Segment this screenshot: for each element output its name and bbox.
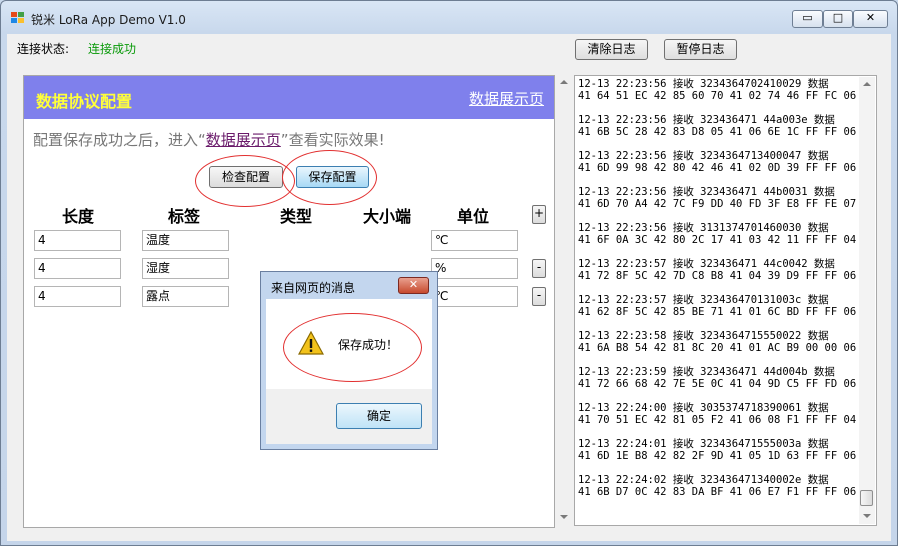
message-dialog: 来自网页的消息 ✕ 保存成功！ 确定 — [260, 271, 438, 450]
clear-log-button[interactable]: 清除日志 — [575, 39, 648, 60]
log-entry-bytes: 41 6F 0A 3C 42 80 2C 17 41 03 42 11 FF F… — [578, 234, 857, 246]
log-entry-bytes: 41 72 8F 5C 42 7D C8 B8 41 04 39 D9 FF F… — [578, 270, 857, 282]
log-entry-bytes: 41 70 51 EC 42 81 05 F2 41 06 08 F1 FF F… — [578, 414, 857, 426]
log-entry: 12-13 22:24:02 接收 323436471340002e 数据 41 … — [578, 474, 858, 510]
page-banner: 数据协议配置 数据展示页 — [24, 76, 554, 119]
log-entry: 12-13 22:23:56 接收 3131374701460030 数据 41 … — [578, 222, 858, 258]
length-input[interactable]: 4 — [34, 286, 121, 307]
tag-input[interactable]: 湿度 — [142, 258, 229, 279]
client-area: 连接状态: 连接成功 清除日志 暂停日志 数据协议配置 数据展示页 配置保存成功… — [7, 34, 891, 541]
log-entry-bytes: 41 64 51 EC 42 85 60 70 41 02 74 46 FF F… — [578, 90, 857, 102]
scroll-up-arrow-icon[interactable] — [560, 80, 568, 84]
log-scroll-down-icon[interactable] — [863, 514, 871, 518]
log-entry-header: 12-13 22:23:56 接收 3131374701460030 数据 — [578, 222, 829, 234]
title-bar: 锐米 LoRa App Demo V1.0 ▭ □ ✕ — [1, 1, 897, 35]
hint-suffix: ”查看实际效果! — [280, 131, 385, 149]
log-entry: 12-13 22:23:56 接收 323436471 44a003e 数据 41… — [578, 114, 858, 150]
log-entry-bytes: 41 6D 99 98 42 80 42 46 41 02 0D 39 FF F… — [578, 162, 857, 174]
hint-data-display-link[interactable]: 数据展示页 — [206, 131, 281, 149]
remove-row-button[interactable]: - — [532, 259, 546, 278]
log-entry: 12-13 22:24:00 接收 3035374718390061 数据 41 … — [578, 402, 858, 438]
minimize-button[interactable]: ▭ — [792, 10, 823, 28]
log-entry-header: 12-13 22:24:00 接收 3035374718390061 数据 — [578, 402, 829, 414]
log-text: 12-13 22:23:56 接收 3234364702410029 数据 41 … — [578, 78, 858, 523]
log-entry-header: 12-13 22:23:57 接收 323436470131003c 数据 — [578, 294, 829, 306]
length-input[interactable]: 4 — [34, 230, 121, 251]
maximize-button[interactable]: □ — [823, 10, 853, 28]
scroll-down-arrow-icon[interactable] — [560, 515, 568, 519]
log-scroll-up-icon[interactable] — [863, 82, 871, 86]
log-entry: 12-13 22:24:01 接收 323436471555003a 数据 41 … — [578, 438, 858, 474]
add-row-button[interactable]: + — [532, 205, 546, 224]
log-entry-header: 12-13 22:23:56 接收 3234364713400047 数据 — [578, 150, 829, 162]
log-panel[interactable]: 12-13 22:23:56 接收 3234364702410029 数据 41 … — [574, 75, 877, 526]
unit-input[interactable]: ℃ — [431, 230, 518, 251]
pause-log-button[interactable]: 暂停日志 — [664, 39, 737, 60]
header-unit: 单位 — [457, 207, 490, 226]
dialog-title: 来自网页的消息 — [271, 281, 356, 295]
check-config-button[interactable]: 检查配置 — [209, 166, 283, 188]
close-button[interactable]: ✕ — [853, 10, 888, 28]
log-entry-bytes: 41 6D 1E B8 42 82 2F 9D 41 05 1D 63 FF F… — [578, 450, 857, 462]
remove-row-button[interactable]: - — [532, 287, 546, 306]
log-entry: 12-13 22:23:57 接收 323436471 44c0042 数据 41… — [578, 258, 858, 294]
log-entry-bytes: 41 6B 5C 28 42 83 D8 05 41 06 6E 1C FF F… — [578, 126, 857, 138]
unit-input[interactable]: ℃ — [431, 286, 518, 307]
warning-icon — [298, 331, 324, 355]
app-logo-icon — [11, 12, 25, 24]
header-length: 长度 — [62, 207, 95, 226]
dialog-message: 保存成功！ — [338, 338, 399, 352]
log-entry-header: 12-13 22:24:02 接收 323436471340002e 数据 — [578, 474, 829, 486]
log-entry: 12-13 22:23:56 接收 3234364713400047 数据 41 … — [578, 150, 858, 186]
dialog-ok-button[interactable]: 确定 — [336, 403, 422, 429]
data-display-page-link[interactable]: 数据展示页 — [469, 88, 544, 109]
unit-input[interactable]: % — [431, 258, 518, 279]
log-entry-header: 12-13 22:23:56 接收 3234364702410029 数据 — [578, 78, 829, 90]
app-window: 锐米 LoRa App Demo V1.0 ▭ □ ✕ 连接状态: 连接成功 清… — [0, 0, 898, 546]
log-entry: 12-13 22:23:56 接收 323436471 44b0031 数据 41… — [578, 186, 858, 222]
save-hint-text: 配置保存成功之后，进入“数据展示页”查看实际效果! — [33, 129, 385, 150]
header-type: 类型 — [280, 207, 313, 226]
log-entry-header: 12-13 22:23:58 接收 3234364715550022 数据 — [578, 330, 829, 342]
tag-input[interactable]: 温度 — [142, 230, 229, 251]
config-webview: 数据协议配置 数据展示页 配置保存成功之后，进入“数据展示页”查看实际效果! 检… — [23, 75, 555, 528]
log-entry-bytes: 41 6B D7 0C 42 83 DA BF 41 06 E7 F1 FF F… — [578, 486, 857, 498]
log-entry: 12-13 22:23:58 接收 3234364715550022 数据 41 … — [578, 330, 858, 366]
log-entry: 12-13 22:23:59 接收 323436471 44d004b 数据 41… — [578, 366, 858, 402]
connection-status-value: 连接成功 — [88, 42, 137, 56]
log-entry: 12-13 22:23:56 接收 3234364702410029 数据 41 … — [578, 78, 858, 114]
log-entry-header: 12-13 22:23:56 接收 323436471 44a003e 数据 — [578, 114, 835, 126]
length-input[interactable]: 4 — [34, 258, 121, 279]
log-entry-bytes: 41 6D 70 A4 42 7C F9 DD 40 FD 3F E8 FF F… — [578, 198, 857, 210]
config-row: 4 温度 ℃ — [24, 230, 554, 252]
log-scroll-thumb[interactable] — [860, 490, 873, 506]
log-entry-header: 12-13 22:24:01 接收 323436471555003a 数据 — [578, 438, 829, 450]
dialog-footer: 确定 — [266, 389, 432, 444]
log-entry-bytes: 41 62 8F 5C 42 85 BE 71 41 01 6C BD FF F… — [578, 306, 857, 318]
log-entry-header: 12-13 22:23:56 接收 323436471 44b0031 数据 — [578, 186, 835, 198]
header-endian: 大小端 — [363, 207, 412, 226]
dialog-body: 保存成功！ — [266, 299, 432, 389]
tag-input[interactable]: 露点 — [142, 286, 229, 307]
header-tag: 标签 — [168, 207, 201, 226]
webview-scrollbar[interactable] — [555, 75, 573, 526]
connection-status-label: 连接状态: — [17, 42, 70, 56]
log-entry: 12-13 22:23:57 接收 323436470131003c 数据 41 … — [578, 294, 858, 330]
log-entry-header: 12-13 22:23:57 接收 323436471 44c0042 数据 — [578, 258, 835, 270]
log-entry-bytes: 41 72 66 68 42 7E 5E 0C 41 04 9D C5 FF F… — [578, 378, 857, 390]
log-entry-bytes: 41 6A B8 54 42 81 8C 20 41 01 AC B9 00 0… — [578, 342, 857, 354]
window-title: 锐米 LoRa App Demo V1.0 — [31, 13, 186, 27]
hint-prefix: 配置保存成功之后，进入“ — [33, 131, 206, 149]
page-title: 数据协议配置 — [36, 92, 133, 111]
save-config-button[interactable]: 保存配置 — [296, 166, 369, 188]
log-entry-header: 12-13 22:23:59 接收 323436471 44d004b 数据 — [578, 366, 835, 378]
log-scrollbar[interactable] — [859, 77, 875, 524]
dialog-close-button[interactable]: ✕ — [398, 277, 429, 294]
